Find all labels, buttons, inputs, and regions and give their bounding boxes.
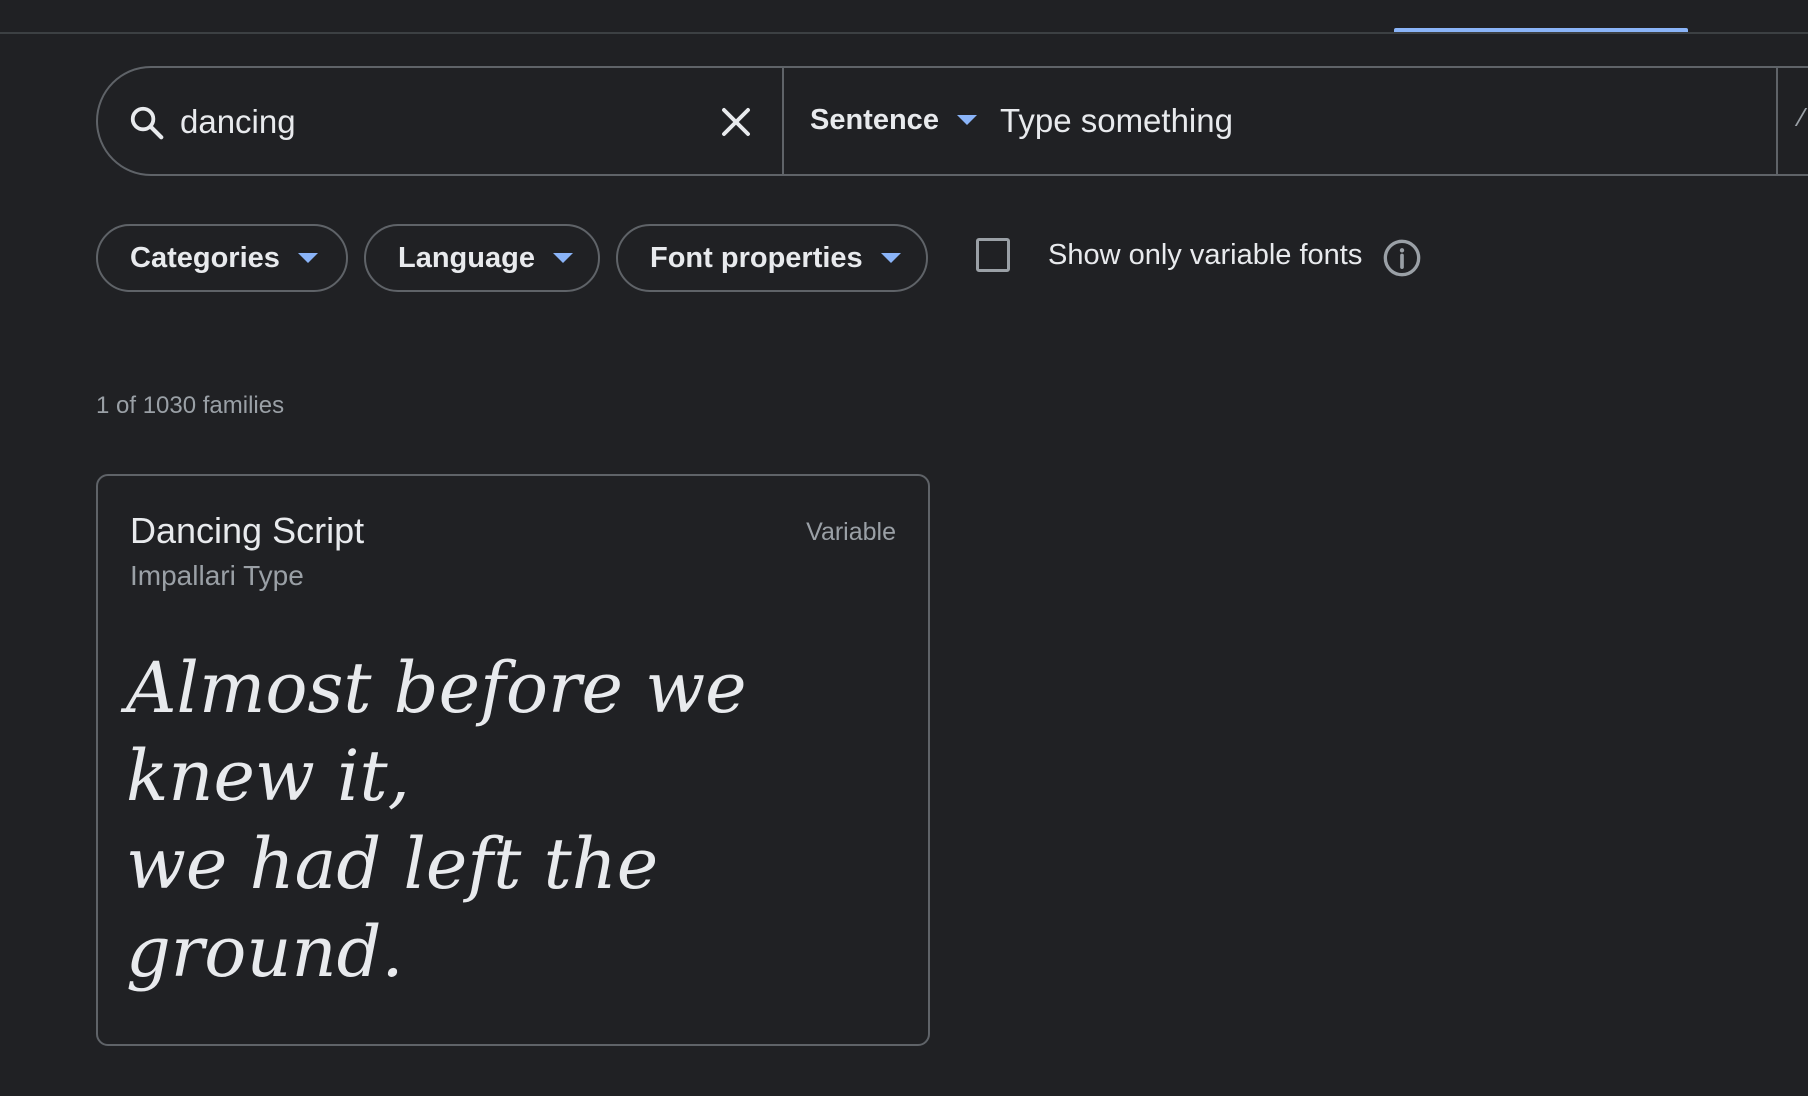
- variable-badge: Variable: [806, 518, 896, 546]
- categories-filter-button[interactable]: Categories: [96, 224, 348, 292]
- close-icon[interactable]: [718, 104, 754, 140]
- font-family-name: Dancing Script: [130, 510, 365, 551]
- font-sample-text: Almost before we knew it, we had left th…: [126, 644, 886, 996]
- preview-mode-dropdown[interactable]: Sentence: [810, 92, 977, 148]
- caret-down-icon: [880, 253, 901, 263]
- search-section: [98, 68, 784, 174]
- top-divider: [0, 32, 1808, 34]
- caret-down-icon: [297, 253, 318, 263]
- font-foundry: Impallari Type: [130, 560, 304, 591]
- font-properties-filter-label: Font properties: [650, 241, 863, 274]
- font-properties-filter-button[interactable]: Font properties: [616, 224, 928, 292]
- preview-text-input[interactable]: [998, 94, 1808, 148]
- search-bar-right-divider: [1776, 66, 1778, 176]
- language-filter-button[interactable]: Language: [364, 224, 600, 292]
- caret-down-icon: [956, 115, 977, 125]
- language-filter-label: Language: [398, 241, 535, 274]
- search-input[interactable]: [178, 96, 702, 148]
- categories-filter-label: Categories: [130, 241, 280, 274]
- variable-fonts-toggle[interactable]: Show only variable fonts: [976, 238, 1362, 272]
- info-icon[interactable]: [1382, 238, 1422, 278]
- variable-fonts-checkbox[interactable]: [976, 238, 1010, 272]
- page: Sentence Categories Language Font proper…: [0, 0, 1808, 1096]
- sample-line-1: Almost before we knew it,: [126, 647, 747, 817]
- preview-mode-label: Sentence: [810, 103, 939, 136]
- font-card-dancing-script[interactable]: Dancing Script Impallari Type Variable A…: [96, 474, 930, 1046]
- caret-down-icon: [552, 253, 573, 263]
- active-tab-indicator: [1394, 28, 1688, 32]
- search-bar: Sentence: [96, 66, 1808, 176]
- search-icon: [130, 106, 164, 140]
- sample-line-2: we had left the ground.: [126, 823, 659, 993]
- results-count: 1 of 1030 families: [96, 392, 285, 419]
- variable-fonts-label: Show only variable fonts: [1048, 238, 1363, 271]
